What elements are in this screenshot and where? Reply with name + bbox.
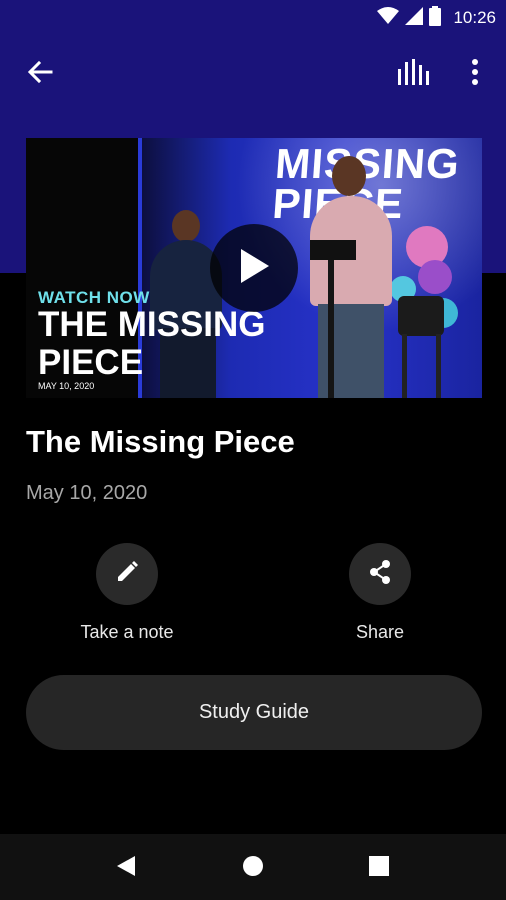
arrow-back-icon bbox=[27, 60, 53, 89]
nav-recents-button[interactable] bbox=[363, 852, 395, 884]
stool-leg bbox=[436, 334, 441, 398]
audio-button[interactable] bbox=[394, 54, 434, 94]
navigation-bar bbox=[0, 834, 506, 900]
nav-back-button[interactable] bbox=[110, 852, 142, 884]
video-overlay-title: THE MISSING PIECE bbox=[38, 305, 266, 382]
speaker-head bbox=[332, 156, 366, 196]
take-note-button[interactable]: Take a note bbox=[47, 543, 207, 643]
flower-decoration bbox=[418, 260, 452, 294]
stool-leg bbox=[402, 334, 407, 398]
sermon-date: May 10, 2020 bbox=[26, 482, 148, 504]
video-overlay-date: MAY 10, 2020 bbox=[38, 381, 95, 391]
more-vert-icon bbox=[471, 58, 479, 90]
share-button[interactable]: Share bbox=[300, 543, 460, 643]
share-circle bbox=[349, 543, 411, 605]
sermon-title: The Missing Piece bbox=[26, 424, 295, 459]
audio-bars-icon bbox=[397, 58, 431, 90]
pulpit-stand bbox=[328, 260, 334, 398]
nav-recents-icon bbox=[369, 855, 389, 881]
video-player[interactable]: MISSING PIECE WATCH NOW THE MISSING PIEC… bbox=[26, 138, 482, 398]
status-bar: 10:26 bbox=[0, 0, 506, 37]
battery-icon bbox=[429, 5, 442, 31]
take-note-circle bbox=[96, 543, 158, 605]
more-options-button[interactable] bbox=[458, 54, 492, 94]
status-icons: 10:26 bbox=[377, 5, 496, 31]
share-icon bbox=[366, 558, 394, 591]
nav-home-icon bbox=[242, 855, 264, 882]
nav-home-button[interactable] bbox=[237, 852, 269, 884]
play-icon bbox=[237, 247, 271, 290]
cell-signal-icon bbox=[405, 6, 424, 30]
pulpit bbox=[310, 240, 356, 260]
share-label: Share bbox=[355, 622, 405, 642]
nav-back-icon bbox=[115, 854, 137, 883]
pencil-icon bbox=[115, 560, 139, 589]
stool bbox=[398, 296, 444, 336]
co-speaker-head bbox=[172, 210, 200, 242]
study-guide-button[interactable]: Study Guide bbox=[26, 675, 482, 750]
take-note-label: Take a note bbox=[80, 622, 174, 642]
status-time: 10:26 bbox=[453, 8, 496, 27]
play-button[interactable] bbox=[210, 224, 298, 312]
wifi-icon bbox=[377, 6, 400, 30]
back-button[interactable] bbox=[20, 54, 60, 94]
